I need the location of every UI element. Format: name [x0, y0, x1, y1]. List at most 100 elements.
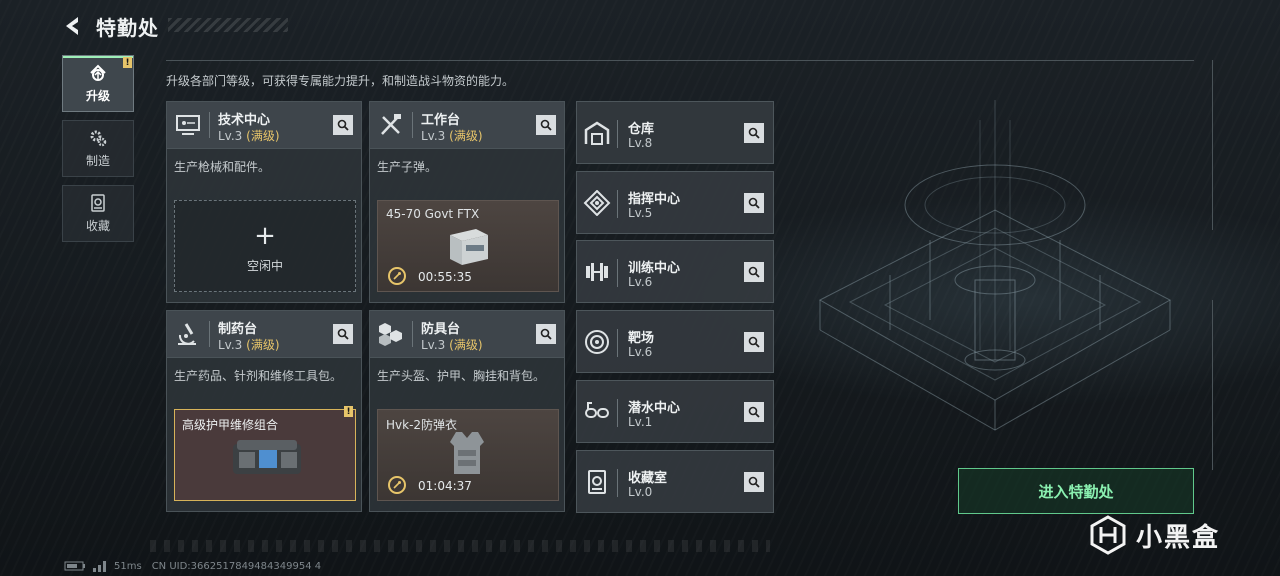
facility-card-workbench[interactable]: 工作台 Lv.3 (满级) 生产子弹。 45-70 Govt FTX 00:55… [369, 101, 565, 303]
page-title: 特勤处 [96, 15, 159, 40]
facility-name: 潜水中心 [628, 401, 681, 416]
search-icon [748, 336, 760, 348]
facility-card-command-center[interactable]: 指挥中心 Lv.5 [576, 171, 774, 234]
search-button[interactable] [744, 402, 764, 422]
card-header: 防具台 Lv.3 (满级) [370, 311, 564, 358]
timer-icon [388, 476, 406, 494]
facility-card-pharmacy[interactable]: 制药台 Lv.3 (满级) 生产药品、针剂和维修工具包。 高级护甲维修组合 ! [166, 310, 362, 512]
search-button[interactable] [744, 123, 764, 143]
facility-card-warehouse[interactable]: 仓库 Lv.8 [576, 101, 774, 164]
search-button[interactable] [744, 193, 764, 213]
gear-icon [90, 130, 107, 147]
nav-upgrade-badge: ! [123, 57, 132, 68]
search-icon [748, 406, 760, 418]
facility-card-tech-center[interactable]: 技术中心 Lv.3 (满级) 生产枪械和配件。 + 空闲中 [166, 101, 362, 303]
ping-value: 51ms [114, 560, 142, 572]
facility-level: Lv.6 [628, 275, 653, 289]
facility-name: 收藏室 [628, 471, 668, 486]
facility-level: Lv.6 [628, 345, 653, 359]
search-icon [748, 476, 760, 488]
command-icon [582, 188, 612, 218]
separator [617, 190, 618, 218]
max-level-tag: (满级) [449, 129, 483, 143]
nav-collection-label: 收藏 [85, 219, 110, 233]
search-button[interactable] [333, 115, 353, 135]
separator [617, 399, 618, 427]
search-button[interactable] [744, 332, 764, 352]
facility-name: 防具台 [421, 322, 461, 337]
max-level-tag: (满级) [449, 338, 483, 352]
production-slot-idle[interactable]: + 空闲中 [174, 200, 356, 292]
production-timer: 00:55:35 [418, 270, 472, 284]
production-slot[interactable]: Hvk-2防弹衣 01:04:37 [377, 409, 559, 501]
status-footer: 51ms CN UID:3662517849484349954 4 [64, 560, 331, 572]
facility-description: 生产枪械和配件。 [174, 160, 271, 174]
separator [617, 469, 618, 497]
tools-icon [376, 110, 406, 140]
nav-collection[interactable]: 收藏 [62, 185, 134, 242]
facility-name: 训练中心 [628, 261, 681, 276]
separator [209, 112, 210, 138]
search-icon [748, 127, 760, 139]
search-icon [337, 119, 349, 131]
nav-manufacture[interactable]: 制造 [62, 120, 134, 177]
search-button[interactable] [536, 324, 556, 344]
back-button[interactable] [60, 13, 86, 39]
level-value: Lv.3 [218, 338, 243, 352]
slot-alert-badge: ! [344, 406, 353, 417]
signal-icon [93, 561, 106, 572]
base-hologram-illustration [818, 100, 1172, 431]
search-icon [748, 197, 760, 209]
dumbbell-icon [582, 257, 612, 287]
separator [209, 321, 210, 347]
level-value: Lv.3 [421, 129, 446, 143]
target-icon [582, 327, 612, 357]
section-description: 升级各部门等级，可获得专属能力提升，和制造战斗物资的能力。 [166, 74, 515, 88]
search-icon [540, 119, 552, 131]
separator [617, 259, 618, 287]
facility-level: Lv.3 (满级) [421, 336, 483, 353]
facility-description: 生产子弹。 [377, 160, 438, 174]
facility-name: 工作台 [421, 113, 461, 128]
production-slot[interactable]: 45-70 Govt FTX 00:55:35 [377, 200, 559, 292]
upgrade-icon [90, 64, 106, 81]
facility-name: 技术中心 [218, 113, 271, 128]
separator [617, 329, 618, 357]
heybox-logo-icon [1090, 515, 1126, 555]
facility-card-training-center[interactable]: 训练中心 Lv.6 [576, 240, 774, 303]
production-slot-selected[interactable]: 高级护甲维修组合 ! [174, 406, 356, 501]
armor-repair-kit-image [233, 440, 301, 474]
card-header: 制药台 Lv.3 (满级) [167, 311, 361, 358]
search-button[interactable] [333, 324, 353, 344]
monitor-icon [173, 110, 203, 140]
facility-level: Lv.3 (满级) [421, 127, 483, 144]
max-level-tag: (满级) [246, 129, 280, 143]
facility-level: Lv.3 (满级) [218, 127, 280, 144]
facility-card-collection-room[interactable]: 收藏室 Lv.0 [576, 450, 774, 513]
nav-upgrade[interactable]: 升级 ! [62, 55, 134, 112]
facility-level: Lv.3 (满级) [218, 336, 280, 353]
facility-name: 靶场 [628, 331, 655, 346]
facility-description: 生产药品、针剂和维修工具包。 [174, 369, 343, 383]
facility-level: Lv.5 [628, 206, 653, 220]
facility-level: Lv.8 [628, 136, 653, 150]
search-button[interactable] [744, 262, 764, 282]
nav-manufacture-label: 制造 [85, 154, 110, 168]
facility-card-armor-bench[interactable]: 防具台 Lv.3 (满级) 生产头盔、护甲、胸挂和背包。 Hvk-2防弹衣 01… [369, 310, 565, 512]
header: 特勤处 [60, 8, 159, 44]
idle-label: 空闲中 [246, 259, 283, 273]
search-button[interactable] [744, 472, 764, 492]
armor-blocks-icon [376, 319, 406, 349]
facility-card-diving-center[interactable]: 潜水中心 Lv.1 [576, 380, 774, 443]
max-level-tag: (满级) [246, 338, 280, 352]
facility-description: 生产头盔、护甲、胸挂和背包。 [377, 369, 546, 383]
frame-line [1212, 300, 1213, 470]
separator [617, 120, 618, 148]
body-armor-image [450, 432, 484, 474]
enter-base-button[interactable]: 进入特勤处 [958, 468, 1194, 514]
plus-icon: + [254, 221, 276, 251]
search-button[interactable] [536, 115, 556, 135]
watermark-text: 小黑盒 [1136, 522, 1221, 553]
watermark: 小黑盒 [1088, 515, 1220, 555]
facility-card-shooting-range[interactable]: 靶场 Lv.6 [576, 310, 774, 373]
